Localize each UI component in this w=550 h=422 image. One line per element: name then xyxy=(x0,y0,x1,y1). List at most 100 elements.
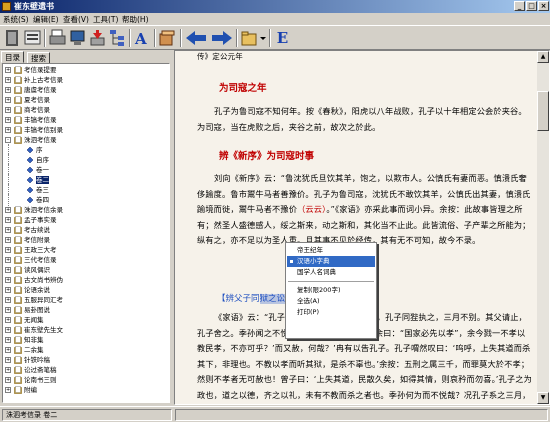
print-icon[interactable] xyxy=(49,29,66,47)
tree-chapter-item[interactable]: 卷三 xyxy=(3,184,169,196)
tree-folder-item[interactable]: + 论语余说 xyxy=(3,286,169,294)
expand-icon[interactable]: + xyxy=(5,357,11,363)
scroll-thumb[interactable] xyxy=(537,91,549,131)
menu-edit[interactable]: 编辑(E) xyxy=(33,14,59,25)
collapse-icon[interactable]: - xyxy=(5,137,11,143)
tree-folder-item[interactable]: + 古文尚书辨伪 xyxy=(3,276,169,284)
encoding-button[interactable]: E xyxy=(274,29,291,47)
tree-folder-item[interactable]: + 附编 xyxy=(3,386,169,394)
tree-folder-item[interactable]: + 二余集 xyxy=(3,346,169,354)
tree-folder-item[interactable]: - 洙泗考信录 xyxy=(3,136,169,144)
expand-icon[interactable]: + xyxy=(5,77,11,83)
scroll-up-icon[interactable]: ▲ xyxy=(537,51,549,63)
expand-icon[interactable]: + xyxy=(5,287,11,293)
vertical-scrollbar[interactable]: ▲ ▼ xyxy=(537,51,549,404)
expand-icon[interactable]: + xyxy=(5,117,11,123)
forward-arrow-icon[interactable] xyxy=(211,29,233,47)
expand-icon[interactable]: + xyxy=(5,247,11,253)
expand-icon[interactable]: + xyxy=(5,97,11,103)
tree-folder-item[interactable]: + 夏考信录 xyxy=(3,96,169,104)
tree-folder-item[interactable]: + 考信附录 xyxy=(3,236,169,244)
maximize-button[interactable]: □ xyxy=(526,1,537,11)
tree-folder-item[interactable]: + 读风偶识 xyxy=(3,266,169,274)
tree-folder-item[interactable]: + 丰镐考信录 xyxy=(3,116,169,124)
expand-icon[interactable]: + xyxy=(5,347,11,353)
tree-line xyxy=(8,194,9,206)
book-folder-icon xyxy=(14,346,22,354)
tree-chapter-item[interactable]: 序 xyxy=(3,144,169,156)
expand-icon[interactable]: + xyxy=(5,387,11,393)
expand-icon[interactable]: + xyxy=(5,317,11,323)
tree-folder-item[interactable]: + 孟子事实录 xyxy=(3,216,169,224)
tree-folder-item[interactable]: + 考古续说 xyxy=(3,226,169,234)
expand-icon[interactable]: + xyxy=(5,267,11,273)
tree-folder-item[interactable]: + 针铁吟稿 xyxy=(3,356,169,364)
menu-item-emperor-chronology[interactable]: 帝王纪年 xyxy=(287,245,375,256)
bookmark-box-icon[interactable] xyxy=(159,29,176,47)
menu-item-scholar-names[interactable]: 国学人名词典 xyxy=(287,267,375,278)
menu-tools[interactable]: 工具(T) xyxy=(93,14,118,25)
font-icon[interactable]: A xyxy=(134,29,151,47)
expand-icon[interactable]: + xyxy=(5,297,11,303)
menu-item-copy[interactable]: 复制(限200字) xyxy=(287,285,375,296)
back-arrow-icon[interactable] xyxy=(185,29,207,47)
tree-folder-item[interactable]: + 崔东壁先生文 xyxy=(3,326,169,334)
expand-icon[interactable]: + xyxy=(5,337,11,343)
tree-folder-item[interactable]: + 易卦图说 xyxy=(3,306,169,314)
open-folder-icon[interactable] xyxy=(241,29,258,47)
tree-folder-item[interactable]: + 无闻集 xyxy=(3,316,169,324)
expand-icon[interactable]: + xyxy=(5,107,11,113)
menu-item-chinese-dictionary[interactable]: 汉语小字典 xyxy=(287,256,375,267)
expand-icon[interactable]: + xyxy=(5,277,11,283)
reader-icon[interactable] xyxy=(24,29,41,47)
menu-item-select-all[interactable]: 全选(A) xyxy=(287,296,375,307)
tree-item-label: 易卦图说 xyxy=(24,306,50,314)
context-menu: 帝王纪年 汉语小字典 国学人名词典 复制(限200字) 全选(A) 打印(P) xyxy=(285,242,377,339)
tree-chapter-item[interactable]: 卷一 xyxy=(3,164,169,176)
minimize-button[interactable]: _ xyxy=(514,1,525,11)
tree-folder-item[interactable]: + 知非集 xyxy=(3,336,169,344)
expand-icon[interactable]: + xyxy=(5,237,11,243)
chevron-down-icon[interactable] xyxy=(260,29,266,47)
menu-view[interactable]: 查看(V) xyxy=(63,14,89,25)
tree-chapter-item[interactable]: 卷二 xyxy=(3,174,169,186)
tree-folder-item[interactable]: + 商考信录 xyxy=(3,106,169,114)
close-button[interactable]: × xyxy=(538,1,549,11)
expand-icon[interactable]: + xyxy=(5,257,11,263)
download-icon[interactable] xyxy=(89,29,106,47)
tree-folder-item[interactable]: + 洙泗考信余录 xyxy=(3,206,169,214)
tree-folder-item[interactable]: + 考信录提要 xyxy=(3,66,169,74)
expand-icon[interactable]: + xyxy=(5,307,11,313)
tree-folder-item[interactable]: + 五服异同汇考 xyxy=(3,296,169,304)
tab-contents[interactable]: 目录 xyxy=(1,51,24,63)
contents-tree: + 考信录提要 + 补上古考信录 + 唐虞考信录 + 夏考信录 + 商考信录 + 丰镐考信录 + 丰镐考信… xyxy=(2,63,170,403)
tree-chapter-item[interactable]: 卷四 xyxy=(3,194,169,206)
monitor-icon[interactable] xyxy=(69,29,86,47)
scroll-down-icon[interactable]: ▼ xyxy=(537,392,549,404)
tree-folder-item[interactable]: + 王政三大考 xyxy=(3,246,169,254)
expand-icon[interactable]: + xyxy=(5,87,11,93)
tree-folder-item[interactable]: + 唐虞考信录 xyxy=(3,86,169,94)
book-folder-icon xyxy=(14,296,22,304)
expand-icon[interactable]: + xyxy=(5,217,11,223)
tree-folder-item[interactable]: + 丰镐考信别录 xyxy=(3,126,169,134)
tree-chapter-item[interactable]: 自序 xyxy=(3,154,169,166)
tree-folder-item[interactable]: + 论南书三则 xyxy=(3,376,169,384)
menu-help[interactable]: 帮助(H) xyxy=(122,14,149,25)
expand-icon[interactable]: + xyxy=(5,227,11,233)
book-folder-icon xyxy=(14,116,22,124)
expand-icon[interactable]: + xyxy=(5,67,11,73)
tree-folder-item[interactable]: + 讼过斋笔稿 xyxy=(3,366,169,374)
tree-view-icon[interactable] xyxy=(109,29,126,47)
tree-folder-item[interactable]: + 三代考信录 xyxy=(3,256,169,264)
expand-icon[interactable]: + xyxy=(5,327,11,333)
menu-system[interactable]: 系统(S) xyxy=(3,14,29,25)
expand-icon[interactable]: + xyxy=(5,207,11,213)
menu-separator xyxy=(288,281,374,282)
tree-folder-item[interactable]: + 补上古考信录 xyxy=(3,76,169,84)
expand-icon[interactable]: + xyxy=(5,127,11,133)
expand-icon[interactable]: + xyxy=(5,377,11,383)
menu-item-print[interactable]: 打印(P) xyxy=(287,307,375,318)
book-icon[interactable] xyxy=(4,29,21,47)
expand-icon[interactable]: + xyxy=(5,367,11,373)
